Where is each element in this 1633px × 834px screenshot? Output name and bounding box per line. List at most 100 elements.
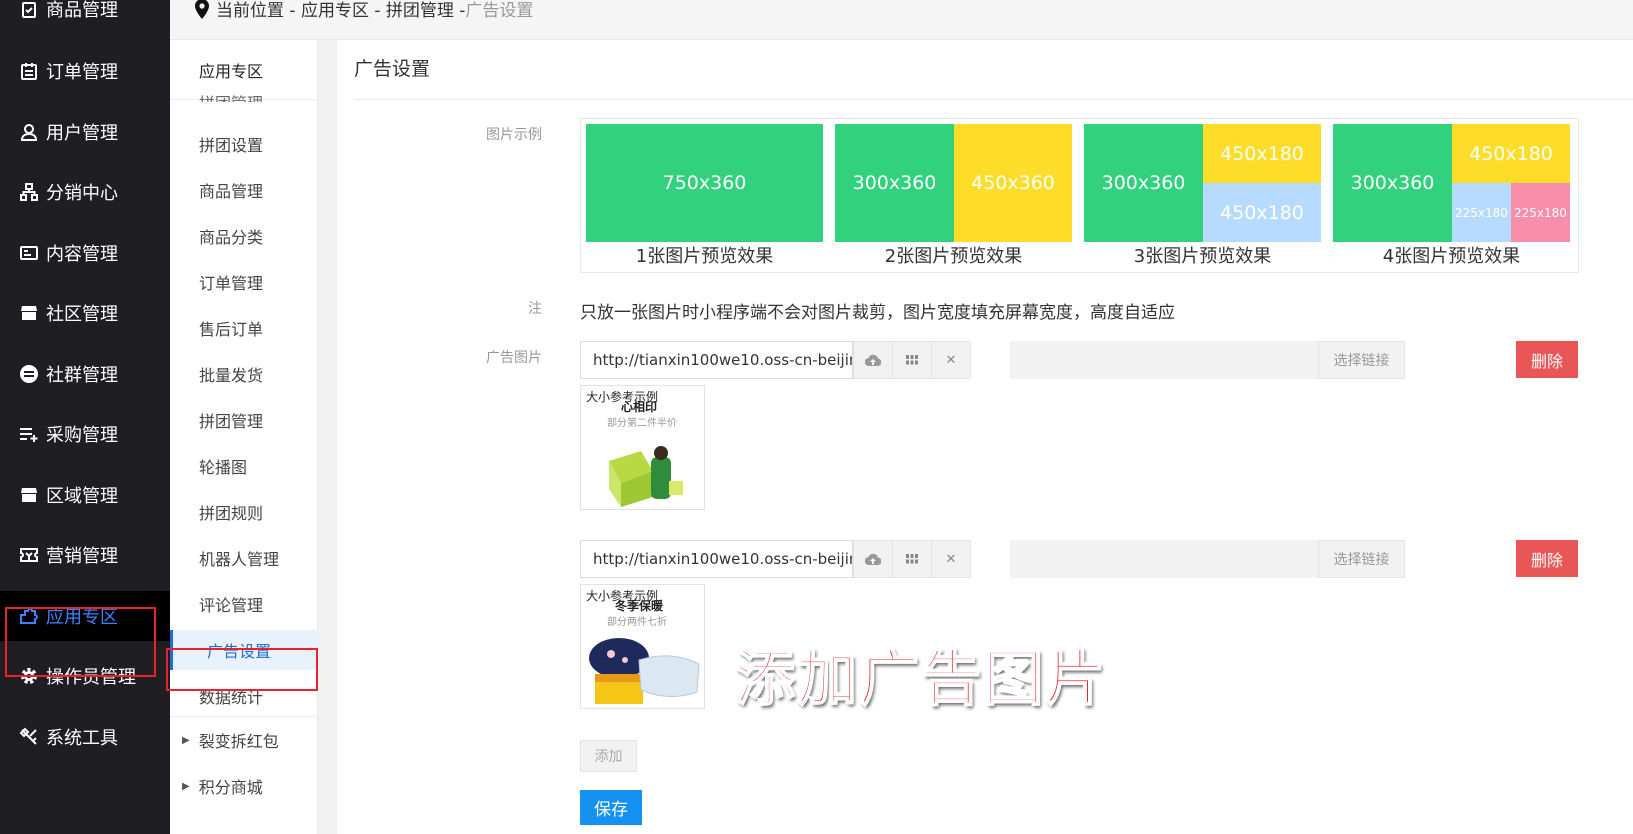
ad-image-thumbnail: 大小参考示例 冬季保暖 部分两件七折: [580, 584, 705, 709]
subnav-item-rules[interactable]: 拼团规则: [170, 492, 318, 532]
gallery-button[interactable]: [892, 540, 932, 578]
card-icon: [19, 243, 39, 263]
sidebar-item-label: 社区管理: [46, 304, 118, 325]
sidebar-item-distribution[interactable]: 分销中心: [0, 167, 170, 217]
subnav-item-label: 拼团管理: [199, 412, 264, 431]
subnav-item-products[interactable]: 商品管理: [170, 170, 318, 210]
subnav-item-partial[interactable]: 拼团管理: [170, 82, 318, 102]
example-block: 750x360: [586, 124, 823, 242]
user-icon: [19, 122, 39, 142]
delete-button[interactable]: 删除: [1516, 341, 1578, 378]
subnav-item-reviews[interactable]: 评论管理: [170, 584, 318, 624]
save-button[interactable]: 保存: [580, 790, 642, 825]
close-icon: ✕: [945, 551, 957, 567]
delete-button[interactable]: 删除: [1516, 540, 1578, 577]
thumb-subtitle: 部分两件七折: [607, 617, 667, 628]
select-link-button[interactable]: 选择链接: [1318, 341, 1405, 379]
ticket-icon: [19, 545, 39, 565]
subnav-item-label: 订单管理: [199, 274, 264, 293]
subnav-item-label: 机器人管理: [199, 550, 280, 569]
sidebar-item-system-tools[interactable]: 系统工具: [0, 712, 170, 762]
ad-link-input[interactable]: [1010, 341, 1318, 379]
sidebar-item-label: 商品管理: [46, 0, 118, 21]
select-link-button[interactable]: 选择链接: [1318, 540, 1405, 578]
subnav-group-red-packet[interactable]: ▶ 裂变拆红包: [170, 720, 318, 760]
sidebar-item-region[interactable]: 区域管理: [0, 470, 170, 520]
subnav-item-statistics[interactable]: 数据统计: [170, 676, 318, 716]
example-2-caption: 2张图片预览效果: [884, 246, 1023, 267]
sidebar-item-marketing[interactable]: 营销管理: [0, 530, 170, 580]
subnav-item-label: 商品管理: [199, 182, 264, 201]
clipboard-icon: [19, 0, 39, 19]
sidebar-item-orders[interactable]: 订单管理: [0, 46, 170, 96]
puzzle-icon: [19, 606, 39, 626]
subnav-item-label: 批量发货: [199, 366, 264, 385]
subnav-item-categories[interactable]: 商品分类: [170, 216, 318, 256]
breadcrumb-bar: 当前位置 - 应用专区 - 拼团管理 - 广告设置: [170, 0, 1633, 40]
list-plus-icon: [19, 424, 39, 444]
sidebar-item-label: 应用专区: [46, 607, 118, 628]
sidebar-item-label: 社群管理: [46, 365, 118, 386]
close-icon: ✕: [945, 352, 957, 368]
sidebar-item-purchase[interactable]: 采购管理: [0, 409, 170, 459]
subnav-item-label: 商品分类: [199, 228, 264, 247]
note-text: 只放一张图片时小程序端不会对图片裁剪，图片宽度填充屏幕宽度，高度自适应: [580, 303, 1175, 323]
store-icon: [19, 485, 39, 505]
subnav-item-group-manage[interactable]: 拼团管理: [170, 400, 318, 440]
location-pin-icon: [195, 0, 209, 19]
subnav-item-ad-settings[interactable]: 广告设置: [170, 630, 318, 670]
caret-right-icon: ▶: [182, 734, 190, 746]
sidebar-item-label: 内容管理: [46, 244, 118, 265]
subnav-group-points-mall[interactable]: ▶ 积分商城: [170, 766, 318, 806]
example-3-image: 300x360 450x180 450x180: [1084, 124, 1321, 242]
ad-image-thumbnail: 大小参考示例 心相印 部分第二件半价: [580, 385, 705, 510]
warmer-product-image: [589, 638, 700, 704]
subnav-item-label: 拼团管理: [199, 90, 263, 102]
sidebar-item-label: 营销管理: [46, 546, 118, 567]
breadcrumb: 当前位置 - 应用专区 - 拼团管理 - 广告设置: [194, 0, 533, 21]
subnav-item-label: 轮播图: [199, 458, 248, 477]
subnav-item-label: 拼团规则: [199, 504, 264, 523]
sidebar-item-label: 区域管理: [46, 486, 118, 507]
minus-circle-icon: [19, 364, 39, 384]
sidebar-item-groups[interactable]: 社群管理: [0, 349, 170, 399]
ad-image-url-input[interactable]: http://tianxin100we10.oss-cn-beijing.ali…: [580, 540, 853, 578]
thumb-subtitle: 部分第二件半价: [607, 418, 677, 429]
sub-sidebar: 应用专区 拼团管理 拼团设置 商品管理 商品分类 订单管理 售后订单 批量发货 …: [170, 40, 318, 834]
subnav-item-group-settings[interactable]: 拼团设置: [170, 124, 318, 164]
page-title: 广告设置: [354, 58, 431, 80]
breadcrumb-path: 当前位置 - 应用专区 - 拼团管理 -: [216, 1, 466, 21]
subnav-item-bulk-ship[interactable]: 批量发货: [170, 354, 318, 394]
subnav-item-robots[interactable]: 机器人管理: [170, 538, 318, 578]
tissue-product-image: [609, 446, 683, 507]
example-3-caption: 3张图片预览效果: [1133, 246, 1272, 267]
example-block: 300x360: [835, 124, 954, 242]
upload-button[interactable]: [853, 341, 893, 379]
calendar-icon: [19, 61, 39, 81]
add-button[interactable]: 添加: [580, 740, 637, 772]
main-content: 广告设置 图片示例 750x360 1张图片预览效果 300x360 450x3…: [337, 40, 1633, 834]
example-block: 300x360: [1084, 124, 1203, 242]
thumb-title: 冬季保暖: [615, 599, 664, 613]
subnav-item-carousel[interactable]: 轮播图: [170, 446, 318, 486]
gallery-button[interactable]: [892, 341, 932, 379]
example-block: 450x360: [954, 124, 1072, 242]
sidebar-item-products[interactable]: 商品管理: [0, 0, 170, 34]
clear-button[interactable]: ✕: [931, 540, 971, 578]
sidebar-item-label: 分销中心: [46, 183, 118, 204]
sidebar-item-label: 订单管理: [46, 62, 118, 83]
example-1-image: 750x360: [586, 124, 823, 242]
subnav-item-after-sales[interactable]: 售后订单: [170, 308, 318, 348]
sidebar-item-apps[interactable]: 应用专区: [0, 591, 170, 641]
sidebar-item-users[interactable]: 用户管理: [0, 107, 170, 157]
sidebar-item-content[interactable]: 内容管理: [0, 228, 170, 278]
clear-button[interactable]: ✕: [931, 341, 971, 379]
ad-link-input[interactable]: [1010, 540, 1318, 578]
upload-button[interactable]: [853, 540, 893, 578]
sidebar-item-operators[interactable]: 操作员管理: [0, 651, 170, 701]
ad-image-url-input[interactable]: http://tianxin100we10.oss-cn-beijing.ali…: [580, 341, 853, 379]
sidebar-item-community[interactable]: 社区管理: [0, 288, 170, 338]
subnav-item-orders[interactable]: 订单管理: [170, 262, 318, 302]
sidebar-item-label: 系统工具: [46, 728, 118, 749]
example-4-caption: 4张图片预览效果: [1382, 246, 1521, 267]
